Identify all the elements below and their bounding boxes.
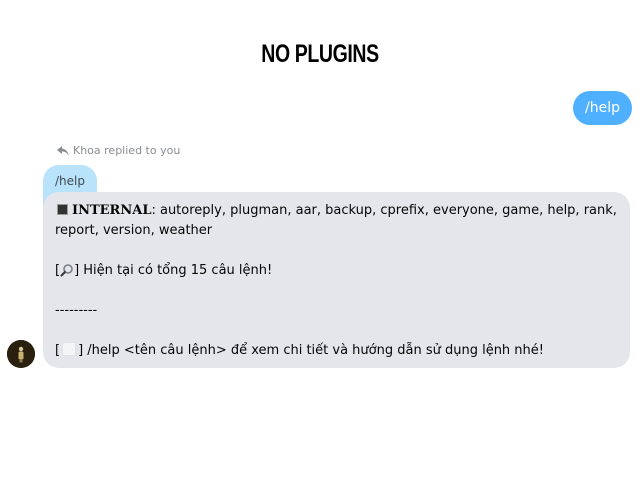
blank-glyph-icon [62, 342, 77, 356]
reply-indicator: Khoa replied to you [57, 144, 180, 157]
incoming-message[interactable]: INTERNAL: autoreply, plugman, aar, backu… [43, 192, 630, 368]
avatar-figure-icon [7, 340, 35, 368]
command-count-line: [ ] Hiện tại có tổng 15 câu lệnh! [55, 261, 618, 281]
outgoing-message[interactable]: /help [573, 91, 632, 125]
magnifier-icon [60, 264, 73, 277]
internal-commands-line: INTERNAL: autoreply, plugman, aar, backu… [55, 201, 618, 241]
internal-label: INTERNAL [72, 203, 152, 218]
hint-open-bracket: [ [55, 343, 61, 358]
command-count-text: ] Hiện tại có tổng 15 câu lệnh! [74, 263, 273, 278]
square-icon [57, 204, 68, 215]
separator-line: --------- [55, 303, 98, 318]
chat-window: NO PLUGINS /help Khoa replied to you /he… [0, 0, 640, 480]
page-title: NO PLUGINS [261, 40, 379, 68]
help-hint-text: ] /help <tên câu lệnh> để xem chi tiết v… [78, 343, 544, 358]
help-hint-line: [ ] /help <tên câu lệnh> để xem chi tiết … [55, 341, 618, 361]
reply-arrow-icon [57, 145, 69, 156]
avatar[interactable] [7, 340, 35, 368]
reply-indicator-text: Khoa replied to you [73, 144, 181, 157]
